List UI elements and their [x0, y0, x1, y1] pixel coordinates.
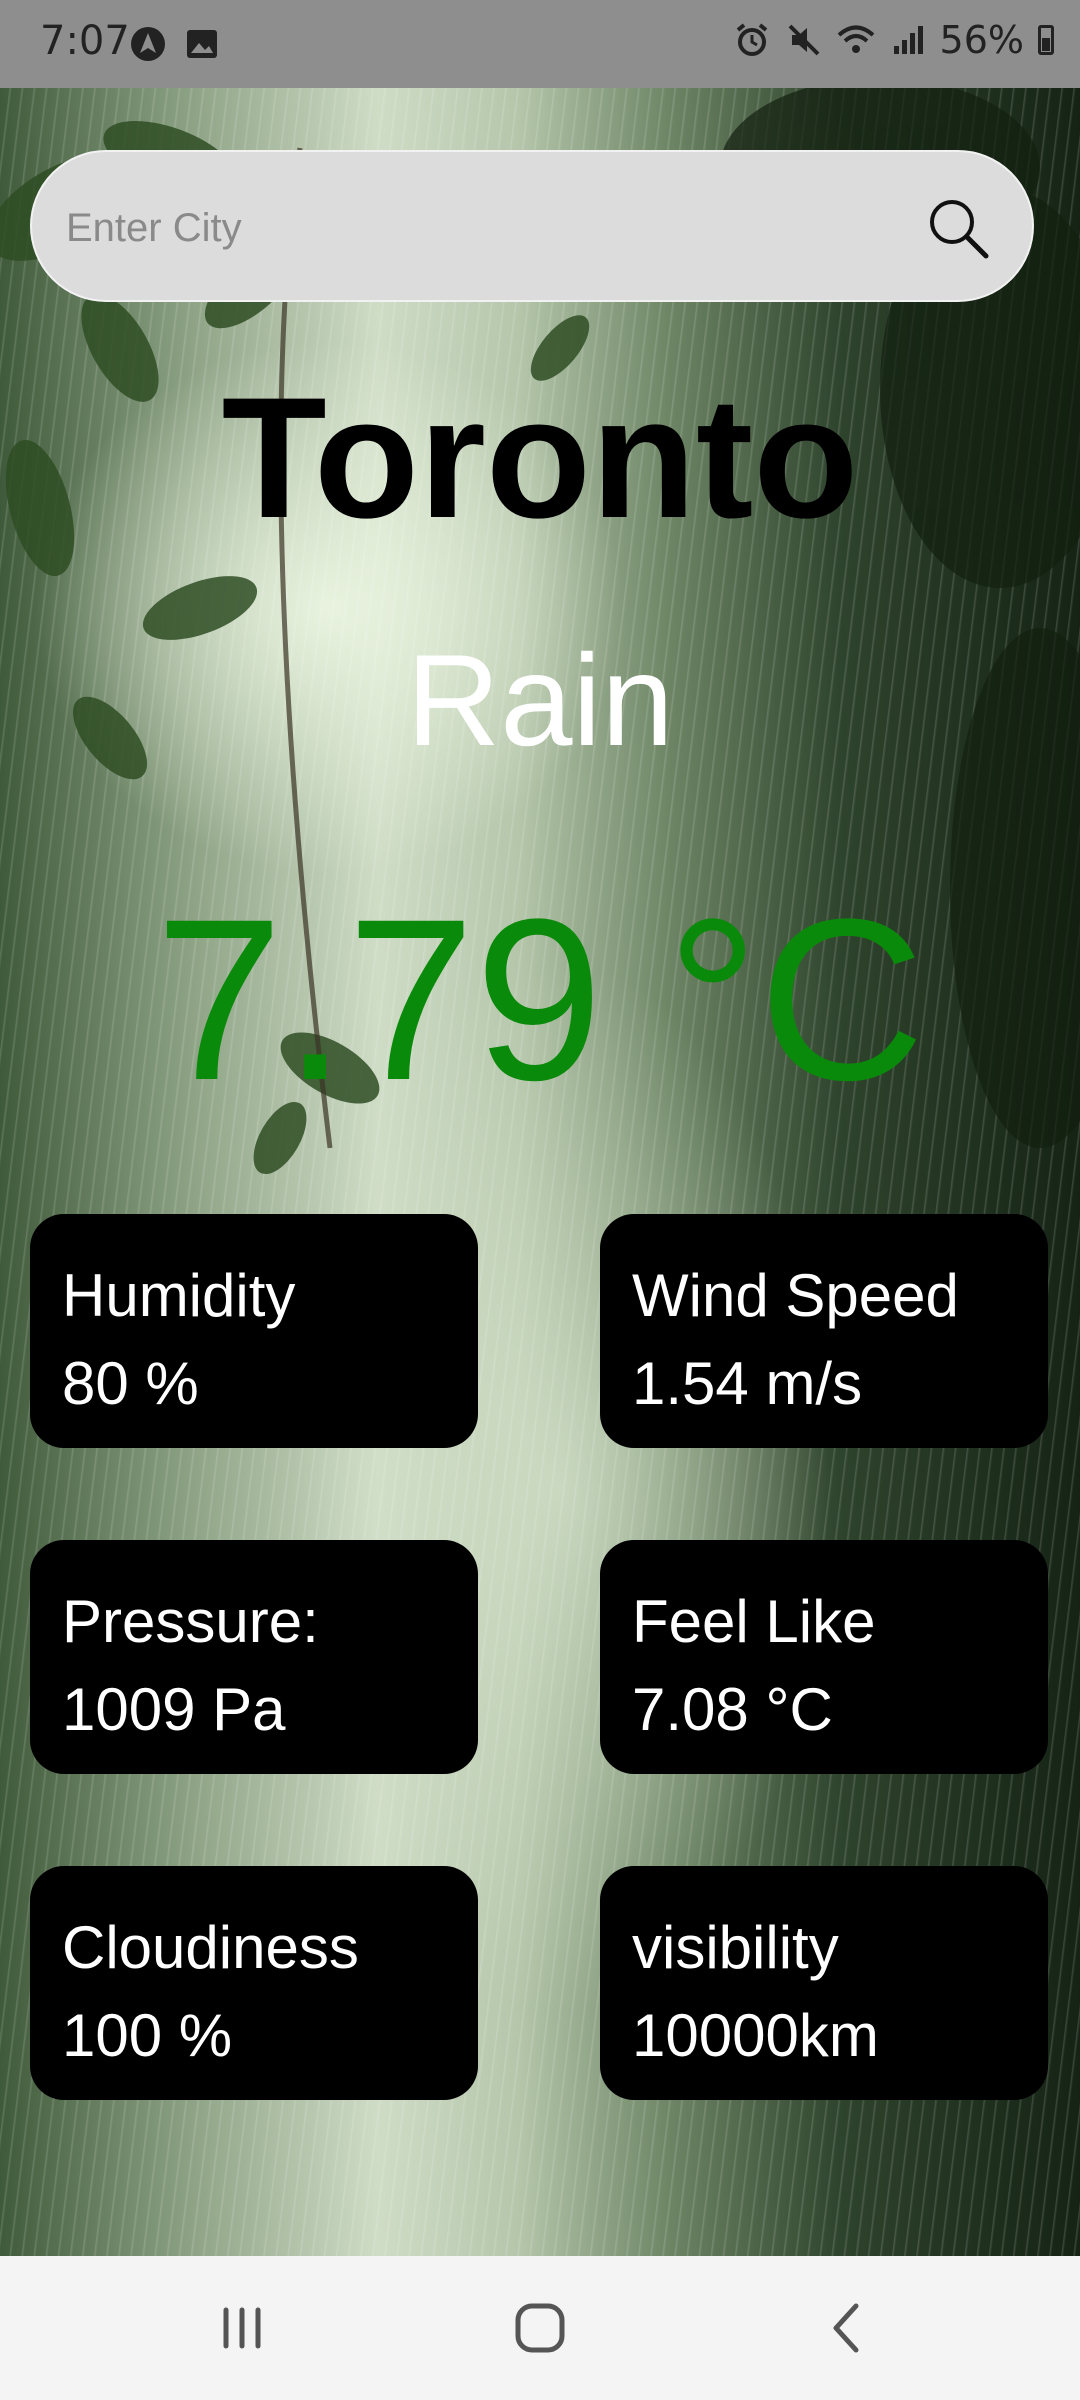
mute-icon	[788, 24, 819, 56]
card-label: visibility	[632, 1914, 839, 1981]
gallery-icon	[187, 30, 217, 58]
visibility-card: visibility 10000km	[600, 1866, 1048, 2100]
signal-icon	[893, 26, 923, 54]
humidity-card: Humidity 80 %	[30, 1214, 478, 1448]
card-value: 1009 Pa	[62, 1676, 286, 1743]
card-label: Pressure:	[62, 1588, 319, 1655]
city-search-bar	[30, 150, 1034, 302]
weather-condition: Rain	[406, 627, 674, 773]
card-label: Cloudiness	[62, 1914, 359, 1981]
card-label: Feel Like	[632, 1588, 876, 1655]
home-icon[interactable]	[504, 2292, 576, 2364]
cloudiness-card: Cloudiness 100 %	[30, 1866, 478, 2100]
card-value: 80 %	[62, 1350, 199, 1417]
search-icon[interactable]	[924, 194, 992, 262]
navigation-app-icon	[131, 27, 165, 61]
card-label: Humidity	[62, 1262, 296, 1329]
city-name: Toronto	[221, 362, 859, 554]
card-value: 1.54 m/s	[632, 1350, 863, 1417]
feels-like-card: Feel Like 7.08 °C	[600, 1540, 1048, 1774]
wifi-icon	[837, 25, 874, 53]
city-search-input[interactable]	[66, 196, 886, 260]
card-value: 7.08 °C	[632, 1676, 833, 1743]
wind-speed-card: Wind Speed 1.54 m/s	[600, 1214, 1048, 1448]
alarm-icon	[736, 23, 767, 56]
card-value: 100 %	[62, 2002, 233, 2069]
status-time: 7:07	[40, 18, 130, 64]
card-label: Wind Speed	[632, 1262, 959, 1329]
battery-icon	[1038, 25, 1054, 55]
back-icon[interactable]	[810, 2292, 882, 2364]
recent-apps-icon[interactable]	[206, 2292, 278, 2364]
battery-percent: 56%	[939, 18, 1024, 62]
navigation-bar	[0, 2256, 1080, 2400]
card-value: 10000km	[632, 2002, 879, 2069]
temperature: 7.79 °C	[155, 871, 925, 1128]
status-bar: 7:07 56%	[0, 0, 1080, 88]
pressure-card: Pressure: 1009 Pa	[30, 1540, 478, 1774]
